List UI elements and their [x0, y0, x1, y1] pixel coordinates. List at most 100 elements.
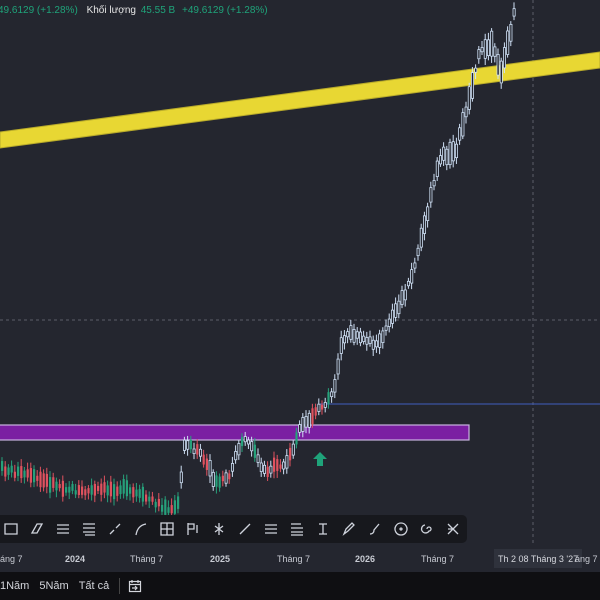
gann-box-icon[interactable]	[156, 518, 178, 540]
candle	[26, 469, 29, 478]
horizontal-lines-icon[interactable]	[260, 518, 282, 540]
time-tick: 2025	[210, 554, 231, 564]
fib-retracement-icon[interactable]	[52, 518, 74, 540]
candle	[339, 337, 343, 354]
candle	[10, 465, 13, 473]
candle	[483, 39, 487, 59]
candle	[177, 496, 180, 509]
candle	[122, 479, 125, 494]
time-tick: Tháng 7	[130, 554, 164, 564]
candle	[256, 454, 260, 463]
candle	[282, 461, 286, 470]
candle	[295, 432, 298, 445]
candle	[173, 500, 176, 514]
pencil-icon[interactable]	[338, 518, 360, 540]
time-tick: Tháng 7	[277, 554, 311, 564]
candle	[435, 160, 439, 177]
trend-angle-icon[interactable]	[104, 518, 126, 540]
candle	[135, 489, 138, 497]
candle	[65, 487, 68, 493]
candle	[429, 187, 433, 203]
candle	[100, 483, 103, 495]
candle	[42, 473, 45, 488]
candle	[189, 439, 192, 450]
candle	[298, 424, 302, 433]
pattern-icon[interactable]	[442, 518, 464, 540]
candle	[259, 462, 263, 472]
candle	[477, 49, 481, 60]
volume-label: Khối lượng	[86, 5, 136, 16]
candle	[138, 489, 141, 498]
spiral-icon[interactable]	[416, 518, 438, 540]
candle	[170, 505, 173, 514]
price-range-icon[interactable]	[312, 518, 334, 540]
candle	[192, 448, 196, 455]
candle	[419, 227, 423, 248]
candle	[502, 47, 506, 69]
candle	[97, 485, 100, 491]
fib-channel-icon[interactable]	[286, 518, 308, 540]
candle	[422, 215, 426, 234]
calendar-goto-icon[interactable]	[128, 579, 142, 593]
path-icon[interactable]	[130, 518, 152, 540]
candle	[448, 141, 452, 166]
candle	[202, 454, 205, 465]
brush-icon[interactable]	[364, 518, 386, 540]
candle	[215, 475, 218, 487]
price-chart[interactable]	[0, 0, 600, 545]
candle	[243, 436, 247, 443]
candle	[426, 206, 430, 221]
candle	[4, 466, 7, 477]
rectangle-icon[interactable]	[0, 518, 22, 540]
candle	[119, 485, 122, 495]
candle	[33, 469, 36, 483]
candle	[289, 447, 292, 461]
candle	[84, 489, 87, 496]
range-1y[interactable]: 1Năm	[0, 580, 29, 592]
candle	[314, 407, 317, 416]
candle	[512, 8, 516, 17]
candle	[301, 417, 305, 432]
candle	[198, 448, 202, 457]
candle	[103, 482, 106, 493]
candle	[445, 148, 449, 166]
circle-icon[interactable]	[390, 518, 412, 540]
support-zone-rectangle[interactable]	[0, 424, 470, 441]
candle	[182, 439, 186, 451]
candle	[403, 289, 407, 301]
candle	[378, 333, 382, 348]
range-5y[interactable]: 5Năm	[39, 580, 68, 592]
candle	[74, 490, 77, 495]
flag-icon[interactable]	[182, 518, 204, 540]
range-all[interactable]: Tất cả	[79, 580, 110, 592]
candle	[167, 507, 170, 513]
candle	[327, 392, 330, 404]
fib-extension-icon[interactable]	[78, 518, 100, 540]
time-axis[interactable]: áng 7 2024 Tháng 7 2025 Tháng 7 2026 Thá…	[0, 545, 600, 572]
candle	[164, 499, 167, 515]
candle	[228, 473, 231, 480]
candle	[371, 339, 375, 350]
candle	[438, 155, 442, 165]
parallel-channel-icon[interactable]	[26, 518, 48, 540]
candle	[342, 335, 346, 344]
candle	[474, 67, 478, 73]
candle	[161, 504, 164, 512]
candle	[87, 488, 90, 494]
pitchfork-icon[interactable]	[208, 518, 230, 540]
candle	[266, 466, 269, 477]
candle	[330, 391, 334, 398]
candle	[442, 146, 446, 161]
candle	[368, 336, 372, 344]
candle	[224, 472, 228, 484]
volume-value: 45.55 B	[140, 5, 176, 16]
candle	[125, 480, 128, 497]
candle	[90, 485, 93, 495]
line-icon[interactable]	[234, 518, 256, 540]
candle	[246, 439, 250, 445]
candle	[406, 280, 410, 287]
candle	[461, 112, 465, 137]
candle	[365, 337, 369, 345]
candle	[394, 303, 398, 318]
trendline-band[interactable]	[0, 51, 600, 149]
